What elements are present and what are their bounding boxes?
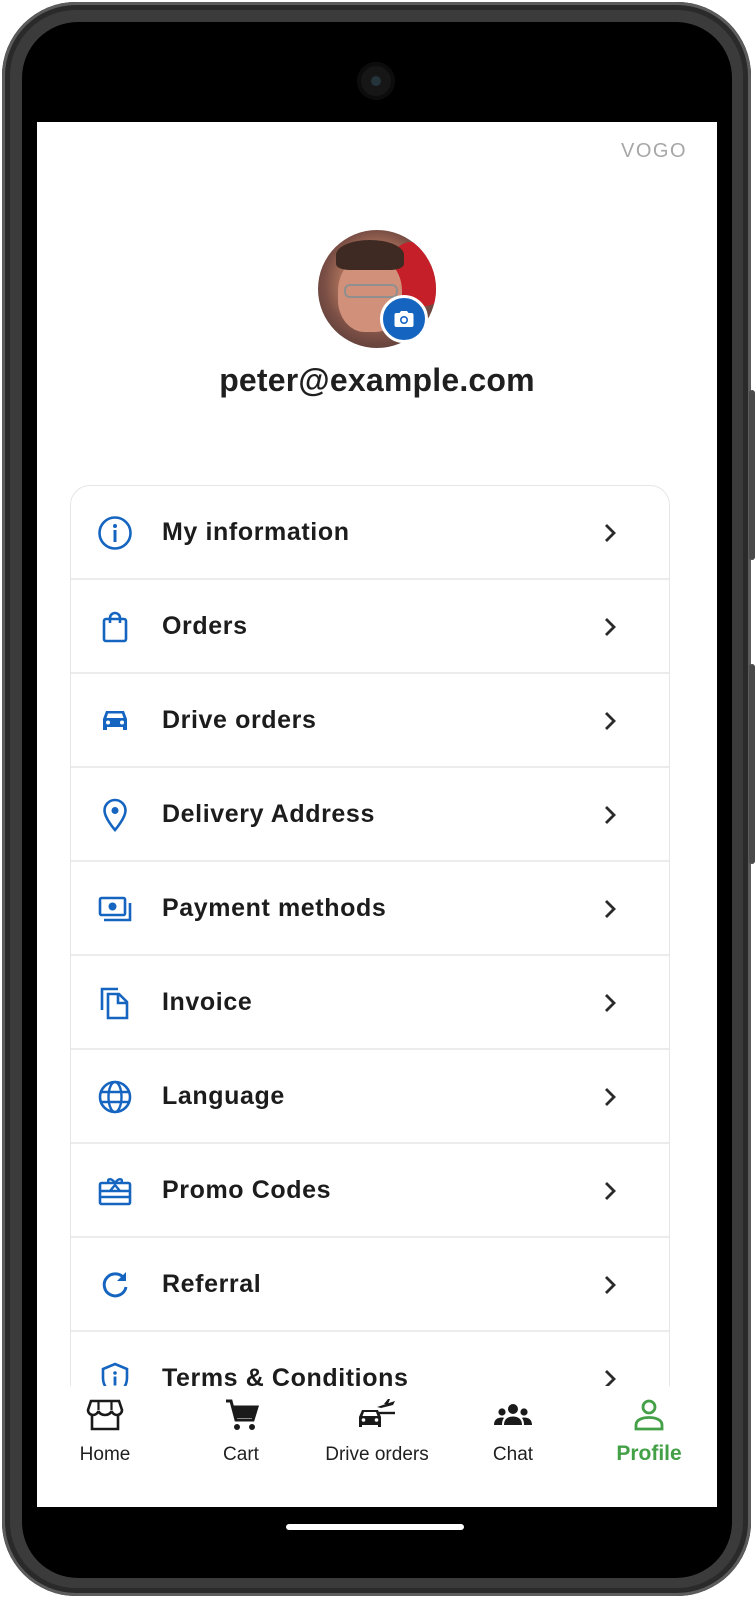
nav-label: Profile xyxy=(616,1442,682,1465)
change-photo-button[interactable] xyxy=(380,295,428,343)
menu-item-drive-orders[interactable]: Drive orders xyxy=(71,674,669,768)
nav-chat[interactable]: Chat xyxy=(445,1386,581,1480)
shopping-bag-icon xyxy=(102,611,128,643)
volume-button xyxy=(749,390,755,560)
nav-drive-orders[interactable]: Drive orders xyxy=(309,1386,445,1480)
front-camera xyxy=(357,62,395,100)
menu-item-promo-codes[interactable]: Promo Codes xyxy=(71,1144,669,1238)
menu-item-label: Drive orders xyxy=(162,706,317,734)
avatar-glasses xyxy=(344,284,398,298)
gift-card-icon xyxy=(98,1178,132,1206)
app-screen: VOGO peter@example.com My information Or… xyxy=(37,122,717,1507)
camera-icon xyxy=(394,311,414,327)
globe-icon xyxy=(98,1080,132,1114)
menu-item-language[interactable]: Language xyxy=(71,1050,669,1144)
menu-item-payment-methods[interactable]: Payment methods xyxy=(71,862,669,956)
nav-home[interactable]: Home xyxy=(37,1386,173,1480)
group-icon xyxy=(494,1404,532,1425)
cart-icon xyxy=(226,1399,260,1430)
chevron-right-icon xyxy=(605,806,616,824)
refresh-icon xyxy=(102,1272,128,1298)
chevron-right-icon xyxy=(605,524,616,542)
menu-item-delivery-address[interactable]: Delivery Address xyxy=(71,768,669,862)
power-button xyxy=(749,664,755,864)
nav-label: Cart xyxy=(223,1444,259,1465)
menu-item-label: Delivery Address xyxy=(162,800,375,828)
person-icon xyxy=(634,1399,664,1431)
menu-item-referral[interactable]: Referral xyxy=(71,1238,669,1332)
chevron-right-icon xyxy=(605,618,616,636)
nav-label: Home xyxy=(79,1444,131,1465)
menu-item-label: Orders xyxy=(162,612,248,640)
avatar-hair xyxy=(336,240,404,270)
menu-item-label: Payment methods xyxy=(162,894,387,922)
chevron-right-icon xyxy=(605,712,616,730)
chevron-right-icon xyxy=(605,1088,616,1106)
store-icon xyxy=(86,1399,124,1431)
car-icon xyxy=(103,711,127,730)
nav-cart[interactable]: Cart xyxy=(173,1386,309,1480)
home-indicator[interactable] xyxy=(286,1524,464,1530)
documents-icon xyxy=(100,987,129,1020)
nav-label: Chat xyxy=(492,1444,534,1465)
menu-item-invoice[interactable]: Invoice xyxy=(71,956,669,1050)
nav-label: Drive orders xyxy=(325,1444,429,1465)
chevron-right-icon xyxy=(605,994,616,1012)
menu-item-orders[interactable]: Orders xyxy=(71,580,669,674)
location-pin-icon xyxy=(103,798,127,832)
car-plane-icon xyxy=(359,1399,395,1427)
menu-item-label: My information xyxy=(162,518,350,546)
chevron-right-icon xyxy=(605,1276,616,1294)
info-icon xyxy=(98,516,132,550)
bottom-navigation: Home Cart Drive orders Chat Profile xyxy=(37,1386,717,1480)
chevron-right-icon xyxy=(605,900,616,918)
payments-icon xyxy=(98,896,132,922)
profile-menu: My information Orders Drive orders Deliv… xyxy=(70,485,670,1427)
chevron-right-icon xyxy=(605,1182,616,1200)
menu-item-label: Referral xyxy=(162,1270,262,1298)
brand-label: VOGO xyxy=(620,140,687,162)
menu-item-my-information[interactable]: My information xyxy=(71,486,669,580)
nav-profile[interactable]: Profile xyxy=(581,1386,717,1480)
menu-item-label: Language xyxy=(162,1082,285,1110)
menu-item-label: Promo Codes xyxy=(162,1176,332,1204)
profile-email: peter@example.com xyxy=(219,362,535,398)
menu-item-label: Invoice xyxy=(162,988,253,1016)
